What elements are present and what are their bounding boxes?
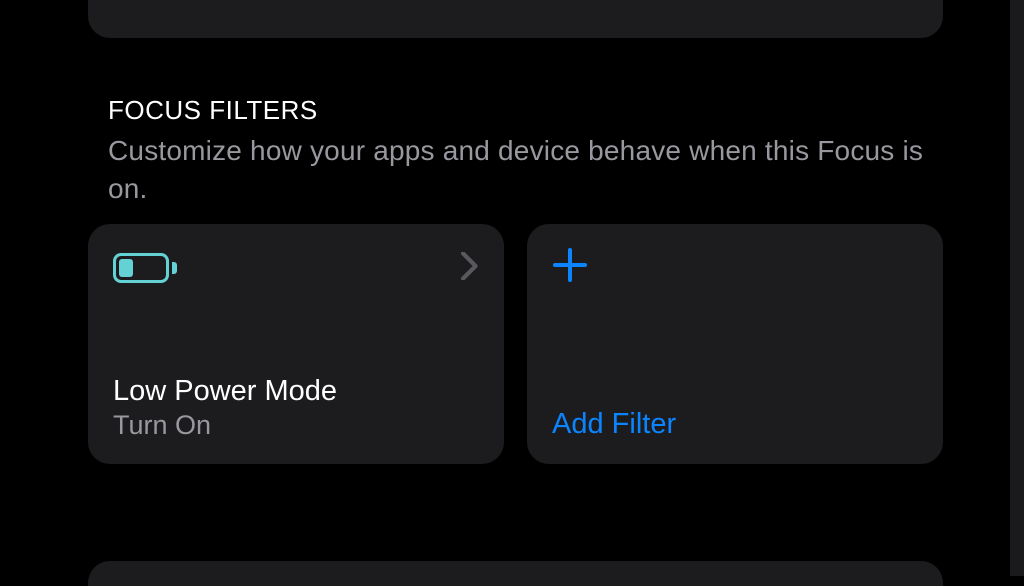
plus-icon xyxy=(552,247,588,291)
low-power-mode-card[interactable]: Low Power Mode Turn On xyxy=(88,224,504,464)
next-card-edge xyxy=(88,561,943,586)
previous-card-edge xyxy=(88,0,943,38)
filter-title: Low Power Mode xyxy=(113,375,479,408)
card-header xyxy=(552,247,918,291)
filter-subtitle: Turn On xyxy=(113,410,479,441)
add-filter-card[interactable]: Add Filter xyxy=(527,224,943,464)
section-description: Customize how your apps and device behav… xyxy=(108,132,943,208)
card-footer: Low Power Mode Turn On xyxy=(113,375,479,441)
chevron-right-icon xyxy=(461,247,479,289)
add-filter-label: Add Filter xyxy=(552,408,918,441)
battery-low-icon xyxy=(113,253,175,283)
scrollbar[interactable] xyxy=(1010,0,1024,576)
filter-cards-row: Low Power Mode Turn On Add Filter xyxy=(88,224,943,464)
section-title: FOCUS FILTERS xyxy=(108,95,943,126)
focus-filters-section: FOCUS FILTERS Customize how your apps an… xyxy=(108,95,943,208)
card-footer: Add Filter xyxy=(552,408,918,441)
card-header xyxy=(113,247,479,289)
